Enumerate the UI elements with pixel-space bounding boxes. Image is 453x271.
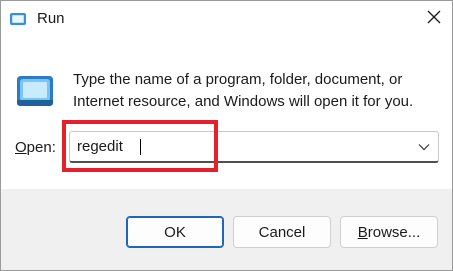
open-combobox[interactable] [69,131,439,163]
dialog-body: Run Type the name of a program, folder, … [1,1,452,189]
close-button[interactable] [419,5,449,33]
instructions-line-1: Type the name of a program, folder, docu… [73,71,403,88]
window-title: Run [37,10,65,27]
chevron-down-icon[interactable] [414,137,434,157]
instructions-text: Type the name of a program, folder, docu… [73,69,445,113]
run-program-icon [13,70,57,108]
ok-button[interactable]: OK [126,216,224,248]
run-dialog: Run Type the name of a program, folder, … [0,0,453,271]
open-label: Open: [15,139,56,156]
run-icon [9,10,27,28]
browse-button[interactable]: Browse... [340,216,438,248]
cancel-button[interactable]: Cancel [233,216,331,248]
close-icon [427,10,441,29]
open-label-accesskey: O [15,139,27,156]
text-caret [140,139,141,155]
browse-label-rest: rowse... [367,223,421,241]
instructions-line-2: Internet resource, and Windows will open… [73,93,414,110]
open-label-rest: pen: [26,139,56,156]
open-input[interactable] [70,132,400,161]
browse-accesskey: B [357,223,368,241]
